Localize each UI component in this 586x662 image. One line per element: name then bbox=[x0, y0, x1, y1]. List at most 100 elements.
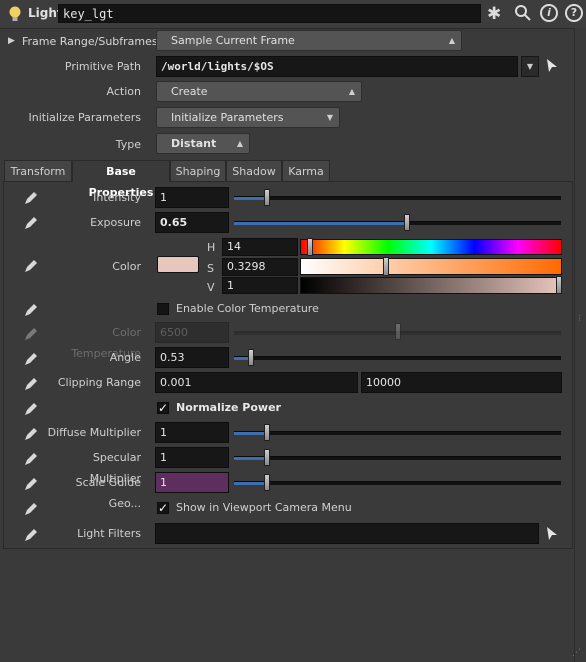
light-filters-label: Light Filters bbox=[77, 527, 141, 540]
action-menu[interactable]: Create ▲ bbox=[156, 81, 362, 102]
updown-arrow-icon: ▲ bbox=[348, 87, 355, 96]
light-filters-field[interactable] bbox=[155, 523, 539, 544]
value-ramp[interactable] bbox=[300, 277, 562, 294]
type-menu[interactable]: Distant ▲ bbox=[156, 133, 250, 154]
exposure-label: Exposure bbox=[90, 216, 141, 229]
init-params-menu[interactable]: Initialize Parameters ▼ bbox=[156, 107, 340, 128]
pencil-icon[interactable] bbox=[22, 526, 40, 544]
exposure-slider[interactable] bbox=[234, 221, 561, 225]
resize-grip[interactable]: ⋮⋮ bbox=[576, 315, 586, 324]
hue-label: H bbox=[207, 241, 216, 254]
exposure-slider-handle[interactable] bbox=[404, 214, 411, 231]
saturation-field[interactable]: 0.3298 bbox=[222, 258, 298, 276]
scale-slider-fill bbox=[234, 482, 267, 485]
pencil-icon[interactable] bbox=[22, 375, 40, 393]
pencil-icon[interactable] bbox=[22, 450, 40, 468]
angle-slider-handle[interactable] bbox=[248, 349, 255, 366]
pencil-icon[interactable] bbox=[22, 257, 40, 275]
intensity-slider-handle[interactable] bbox=[263, 189, 270, 206]
color-temp-slider-fill bbox=[234, 332, 398, 335]
specular-slider-handle[interactable] bbox=[263, 449, 270, 466]
show-camera-menu-checkbox[interactable]: ✓ bbox=[157, 502, 169, 514]
hue-handle[interactable] bbox=[307, 238, 314, 256]
pencil-icon[interactable] bbox=[22, 500, 40, 518]
folder-expand-icon[interactable]: ▶ bbox=[8, 36, 15, 46]
init-params-value: Initialize Parameters bbox=[171, 111, 284, 124]
normalize-power-checkbox[interactable]: ✓ bbox=[157, 402, 169, 414]
scale-slider[interactable] bbox=[234, 481, 561, 485]
pencil-icon bbox=[22, 325, 40, 343]
angle-field[interactable]: 0.53 bbox=[155, 347, 229, 368]
hue-field[interactable]: 14 bbox=[222, 238, 298, 256]
diffuse-slider-handle[interactable] bbox=[263, 424, 270, 441]
scrollbar[interactable] bbox=[574, 28, 586, 662]
action-label: Action bbox=[106, 85, 141, 98]
specular-slider[interactable] bbox=[234, 456, 561, 460]
clipping-range-label: Clipping Range bbox=[57, 376, 141, 389]
lightbulb-icon bbox=[7, 5, 23, 23]
pencil-icon[interactable] bbox=[22, 301, 40, 319]
init-params-label: Initialize Parameters bbox=[28, 111, 142, 124]
exposure-slider-fill bbox=[234, 222, 408, 225]
intensity-label: Intensity bbox=[93, 191, 141, 204]
type-label: Type bbox=[115, 138, 141, 151]
tab-shaping[interactable]: Shaping bbox=[170, 160, 226, 181]
node-name-field[interactable]: key_lgt bbox=[58, 4, 481, 23]
dropdown-arrow-icon[interactable]: ▼ bbox=[521, 56, 539, 77]
value-handle[interactable] bbox=[556, 276, 562, 294]
tab-base-properties[interactable]: Base Properties bbox=[72, 160, 170, 199]
scale-slider-handle[interactable] bbox=[263, 474, 270, 491]
color-temp-field: 6500 bbox=[155, 322, 229, 343]
diffuse-multiplier-label: Diffuse Multiplier bbox=[47, 426, 141, 439]
diffuse-slider-fill bbox=[234, 432, 267, 435]
sample-frame-value: Sample Current Frame bbox=[171, 34, 295, 47]
sample-frame-menu[interactable]: Sample Current Frame ▲ bbox=[156, 30, 462, 51]
info-icon[interactable]: i bbox=[540, 4, 558, 22]
primitive-path-field[interactable]: /world/lights/$OS bbox=[156, 56, 518, 77]
tab-karma[interactable]: Karma bbox=[282, 160, 330, 181]
normalize-power-label: Normalize Power bbox=[176, 401, 281, 414]
specular-multiplier-field[interactable]: 1 bbox=[155, 447, 229, 468]
intensity-field[interactable]: 1 bbox=[155, 187, 229, 208]
updown-arrow-icon: ▲ bbox=[236, 139, 243, 148]
select-arrow-icon[interactable] bbox=[545, 526, 559, 545]
tab-shadow[interactable]: Shadow bbox=[226, 160, 282, 181]
saturation-ramp[interactable] bbox=[300, 258, 562, 275]
saturation-handle[interactable] bbox=[383, 257, 390, 276]
action-value: Create bbox=[171, 85, 208, 98]
value-label: V bbox=[207, 281, 215, 294]
clipping-far-field[interactable]: 10000 bbox=[361, 372, 562, 393]
color-swatch[interactable] bbox=[157, 256, 199, 273]
chevron-down-icon: ▼ bbox=[326, 113, 333, 122]
scale-guide-label: Scale Guide Geo... bbox=[75, 476, 141, 510]
pencil-icon[interactable] bbox=[22, 189, 40, 207]
diffuse-slider[interactable] bbox=[234, 431, 561, 435]
value-field[interactable]: 1 bbox=[222, 277, 298, 294]
updown-arrow-icon: ▲ bbox=[448, 36, 455, 45]
tab-transform[interactable]: Transform bbox=[4, 160, 72, 181]
pencil-icon[interactable] bbox=[22, 350, 40, 368]
pencil-icon[interactable] bbox=[22, 475, 40, 493]
exposure-field[interactable]: 0.65 bbox=[155, 212, 229, 233]
folder-label[interactable]: Frame Range/Subframes bbox=[22, 35, 158, 48]
angle-slider[interactable] bbox=[234, 356, 561, 360]
intensity-slider-fill bbox=[234, 197, 267, 200]
pencil-icon[interactable] bbox=[22, 425, 40, 443]
show-camera-menu-label: Show in Viewport Camera Menu bbox=[176, 501, 352, 514]
clipping-near-field[interactable]: 0.001 bbox=[155, 372, 358, 393]
help-icon[interactable]: ? bbox=[565, 4, 583, 22]
type-value: Distant bbox=[171, 137, 217, 150]
pencil-icon[interactable] bbox=[22, 400, 40, 418]
pencil-icon[interactable] bbox=[22, 214, 40, 232]
diffuse-multiplier-field[interactable]: 1 bbox=[155, 422, 229, 443]
intensity-slider[interactable] bbox=[234, 196, 561, 200]
hue-ramp[interactable] bbox=[300, 239, 562, 255]
primitive-path-label: Primitive Path bbox=[64, 60, 141, 73]
scale-guide-field[interactable]: 1 bbox=[155, 472, 229, 493]
gear-icon[interactable]: ✱ bbox=[487, 4, 507, 24]
search-icon[interactable] bbox=[514, 4, 532, 24]
angle-label: Angle bbox=[109, 351, 141, 364]
select-arrow-icon[interactable] bbox=[545, 58, 559, 77]
resize-corner[interactable]: ⋰ bbox=[572, 648, 584, 660]
enable-color-temp-checkbox[interactable] bbox=[157, 303, 169, 315]
